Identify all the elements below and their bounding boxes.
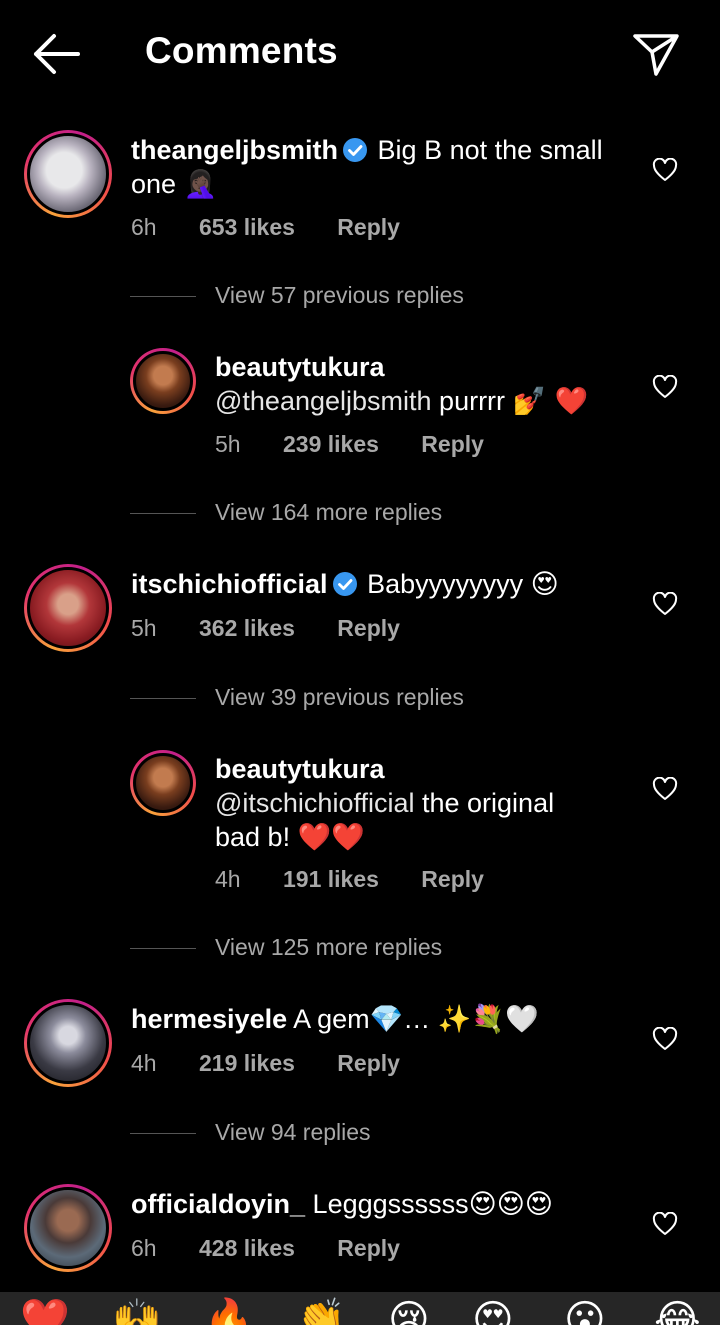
avatar[interactable] — [24, 999, 112, 1087]
comment-meta: 5h 362 likes Reply — [131, 615, 436, 642]
like-button[interactable] — [652, 157, 678, 182]
heart-outline-icon — [652, 1026, 678, 1050]
mention-link[interactable]: @itschichiofficial — [215, 788, 414, 818]
timestamp: 6h — [131, 1235, 157, 1261]
reply-body: beautytukura @itschichiofficial the orig… — [215, 752, 635, 855]
divider — [130, 1133, 196, 1134]
emoji-fire-button[interactable]: 🔥 — [204, 1300, 254, 1325]
verified-badge-icon — [343, 138, 368, 162]
timestamp: 5h — [215, 431, 241, 457]
like-button[interactable] — [652, 776, 678, 801]
heart-outline-icon — [652, 1211, 678, 1235]
username[interactable]: theangeljbsmith — [131, 135, 338, 165]
avatar[interactable] — [24, 130, 112, 218]
comment-body: hermesiyele A gem💎… ✨💐🤍 — [131, 1002, 621, 1037]
reply-body: beautytukura @theangeljbsmith purrrr 💅 ❤… — [215, 350, 635, 419]
comment-body: theangeljbsmith Big B not the small one … — [131, 133, 621, 202]
likes-count[interactable]: 428 likes — [199, 1235, 295, 1261]
username[interactable]: beautytukura — [215, 352, 385, 382]
comment-text: Babyyyyyyyy — [367, 569, 524, 599]
verified-badge-icon — [332, 572, 357, 596]
emoji-laughing-button[interactable]: 😂 — [654, 1300, 701, 1325]
likes-count[interactable]: 219 likes — [199, 1050, 295, 1076]
like-button[interactable] — [652, 591, 678, 616]
username[interactable]: beautytukura — [215, 754, 385, 784]
likes-count[interactable]: 239 likes — [283, 431, 379, 457]
comment-meta: 6h 653 likes Reply — [131, 214, 436, 241]
comment-body: itschichiofficial Babyyyyyyyy 😍 — [131, 567, 621, 602]
comment-text-line2: bad b! — [215, 822, 291, 852]
likes-count[interactable]: 362 likes — [199, 615, 295, 641]
header: Comments — [0, 0, 720, 110]
username[interactable]: officialdoyin_ — [131, 1189, 305, 1219]
comment-text: the original — [422, 788, 555, 818]
mention-link[interactable]: @theangeljbsmith — [215, 386, 432, 416]
comment-emoji: ✨💐🤍 — [437, 1004, 539, 1035]
reply-button[interactable]: Reply — [337, 615, 400, 641]
emoji-surprised-button[interactable]: 😮 — [564, 1300, 606, 1325]
divider — [130, 513, 196, 514]
timestamp: 5h — [131, 615, 157, 641]
divider — [130, 698, 196, 699]
reply-button[interactable]: Reply — [337, 214, 400, 240]
like-button[interactable] — [652, 1026, 678, 1051]
view-replies-link[interactable]: View 57 previous replies — [215, 282, 464, 309]
emoji-raised-hands-button[interactable]: 🙌 — [112, 1300, 162, 1325]
avatar[interactable] — [130, 750, 196, 816]
comment-meta: 4h 191 likes Reply — [215, 866, 520, 893]
heart-outline-icon — [652, 157, 678, 181]
paper-plane-icon — [633, 34, 679, 76]
view-replies-link[interactable]: View 94 replies — [215, 1119, 371, 1146]
heart-outline-icon — [652, 591, 678, 615]
emoji-heart-eyes-button[interactable]: 😍 — [472, 1300, 514, 1325]
emoji-crying-button[interactable]: 😢 — [388, 1300, 430, 1325]
comment-emoji: 😍😍😍 — [468, 1189, 554, 1220]
likes-count[interactable]: 653 likes — [199, 214, 295, 240]
comment-emoji: 😍 — [530, 569, 559, 600]
comment-text: Legggssssss — [312, 1189, 469, 1219]
comment-emoji: 💅 ❤️ — [512, 386, 589, 417]
comment-body: officialdoyin_ Legggssssss😍😍😍 — [131, 1187, 621, 1222]
username[interactable]: hermesiyele — [131, 1004, 287, 1034]
divider — [130, 296, 196, 297]
reply-button[interactable]: Reply — [337, 1235, 400, 1261]
comment-meta: 5h 239 likes Reply — [215, 431, 520, 458]
reply-button[interactable]: Reply — [337, 1050, 400, 1076]
avatar[interactable] — [24, 1184, 112, 1272]
heart-outline-icon — [652, 776, 678, 800]
divider — [130, 948, 196, 949]
view-replies-link[interactable]: View 39 previous replies — [215, 684, 464, 711]
page-title: Comments — [145, 30, 338, 71]
timestamp: 6h — [131, 214, 157, 240]
view-replies-link[interactable]: View 125 more replies — [215, 934, 442, 961]
username[interactable]: itschichiofficial — [131, 569, 328, 599]
timestamp: 4h — [131, 1050, 157, 1076]
comment-meta: 4h 219 likes Reply — [131, 1050, 436, 1077]
avatar[interactable] — [24, 564, 112, 652]
reply-button[interactable]: Reply — [421, 431, 484, 457]
arrow-left-icon — [34, 34, 80, 74]
like-button[interactable] — [652, 374, 678, 399]
emoji-clap-button[interactable]: 👏 — [296, 1300, 346, 1325]
timestamp: 4h — [215, 866, 241, 892]
heart-outline-icon — [652, 374, 678, 398]
comment-text: A gem💎… — [293, 1004, 431, 1034]
share-button[interactable] — [630, 28, 682, 80]
comment-emoji: 🤦🏿‍♀️ — [183, 169, 218, 200]
comment-text-line2: one — [131, 169, 177, 199]
comment-emoji: ❤️❤️ — [297, 822, 365, 853]
comment-text: Big B not the small — [377, 135, 603, 165]
likes-count[interactable]: 191 likes — [283, 866, 379, 892]
back-button[interactable] — [28, 30, 84, 78]
view-replies-link[interactable]: View 164 more replies — [215, 499, 442, 526]
comment-meta: 6h 428 likes Reply — [131, 1235, 436, 1262]
like-button[interactable] — [652, 1211, 678, 1236]
reply-button[interactable]: Reply — [421, 866, 484, 892]
emoji-reaction-bar: ❤️ 🙌 🔥 👏 😢 😍 😮 😂 — [0, 1292, 720, 1325]
emoji-heart-button[interactable]: ❤️ — [20, 1300, 70, 1325]
comment-text: purrrr — [439, 386, 506, 416]
avatar[interactable] — [130, 348, 196, 414]
